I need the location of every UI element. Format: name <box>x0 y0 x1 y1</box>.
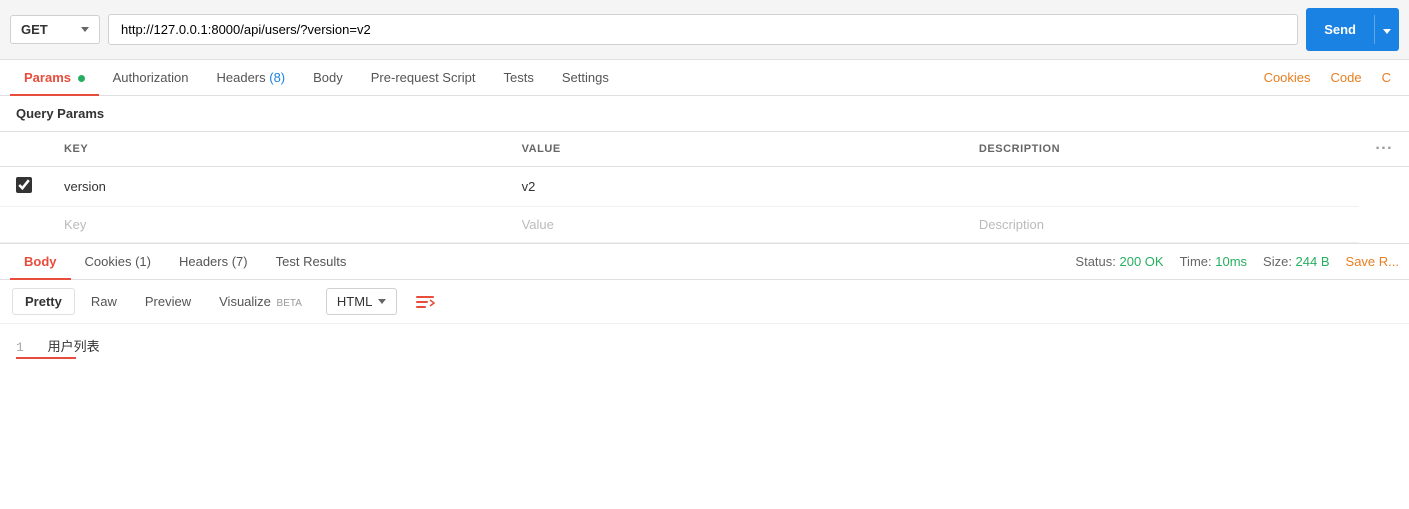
format-tab-raw[interactable]: Raw <box>79 289 129 314</box>
row-desc-cell <box>963 167 1359 207</box>
status-value: 200 OK <box>1120 254 1164 269</box>
response-tab-body[interactable]: Body <box>10 244 71 279</box>
row-value-value: v2 <box>522 179 536 194</box>
row-checkbox-cell <box>0 167 48 207</box>
response-tab-headers[interactable]: Headers (7) <box>165 244 262 279</box>
format-chevron-icon <box>378 299 386 304</box>
size-label: Size: 244 B <box>1263 254 1330 269</box>
headers-badge: (8) <box>269 70 285 85</box>
placeholder-desc-text: Description <box>979 217 1044 232</box>
request-tabs: Params Authorization Headers (8) Body Pr… <box>0 60 1409 96</box>
url-input[interactable] <box>108 14 1298 45</box>
wrap-button[interactable] <box>407 290 443 314</box>
row-checkbox[interactable] <box>16 177 32 193</box>
wrap-icon <box>415 294 435 310</box>
th-value: VALUE <box>506 132 963 167</box>
row-key-cell: version <box>48 167 506 207</box>
placeholder-row: Key Value Description <box>0 207 1409 243</box>
method-selector[interactable]: GET <box>10 15 100 44</box>
response-tab-cookies[interactable]: Cookies (1) <box>71 244 165 279</box>
placeholder-value-text: Value <box>522 217 554 232</box>
format-tab-preview[interactable]: Preview <box>133 289 203 314</box>
code-link[interactable]: Code <box>1323 60 1370 95</box>
method-chevron-icon <box>81 27 89 32</box>
response-tab-test-results[interactable]: Test Results <box>262 244 361 279</box>
send-dropdown-icon[interactable] <box>1374 15 1399 44</box>
tab-body[interactable]: Body <box>299 60 357 95</box>
placeholder-checkbox-cell <box>0 207 48 243</box>
th-checkbox <box>0 132 48 167</box>
cookies-link[interactable]: Cookies <box>1256 60 1319 95</box>
format-tab-visualize[interactable]: Visualize BETA <box>207 289 314 314</box>
response-tabs: Body Cookies (1) Headers (7) Test Result… <box>0 244 1409 280</box>
line-number: 1 <box>16 340 24 355</box>
tab-tests[interactable]: Tests <box>490 60 548 95</box>
tab-authorization[interactable]: Authorization <box>99 60 203 95</box>
format-type-label: HTML <box>337 294 372 309</box>
tab-params[interactable]: Params <box>10 60 99 95</box>
format-tab-pretty[interactable]: Pretty <box>12 288 75 315</box>
more-actions-icon[interactable]: ··· <box>1375 140 1393 157</box>
status-label: Status: 200 OK <box>1075 254 1163 269</box>
method-label: GET <box>21 22 48 37</box>
tab-headers[interactable]: Headers (8) <box>202 60 299 95</box>
send-button[interactable]: Send <box>1306 8 1399 51</box>
send-label: Send <box>1306 15 1374 44</box>
time-value: 10ms <box>1215 254 1247 269</box>
placeholder-key-text: Key <box>64 217 86 232</box>
params-dot-icon <box>78 75 85 82</box>
code-area: 1 用户列表 <box>0 324 1409 371</box>
top-bar: GET Send <box>0 0 1409 60</box>
time-label: Time: 10ms <box>1180 254 1247 269</box>
save-response-link[interactable]: Save R... <box>1346 254 1399 269</box>
table-row: version v2 <box>0 167 1409 207</box>
beta-badge: BETA <box>277 298 302 309</box>
placeholder-value-cell[interactable]: Value <box>506 207 963 243</box>
row-key-value: version <box>64 179 106 194</box>
size-value: 244 B <box>1296 254 1330 269</box>
th-actions: ··· <box>1359 132 1409 167</box>
response-meta: Status: 200 OK Time: 10ms Size: 244 B Sa… <box>1075 254 1399 269</box>
more-link[interactable]: C <box>1374 60 1399 95</box>
code-line-1: 用户列表 <box>48 340 100 355</box>
placeholder-desc-cell[interactable]: Description <box>963 207 1359 243</box>
tab-prerequest[interactable]: Pre-request Script <box>357 60 490 95</box>
placeholder-key-cell[interactable]: Key <box>48 207 506 243</box>
th-description: DESCRIPTION <box>963 132 1359 167</box>
red-underline-decoration <box>16 357 76 359</box>
params-table: KEY VALUE DESCRIPTION ··· version v2 <box>0 131 1409 243</box>
query-params-header: Query Params <box>0 96 1409 131</box>
row-value-cell: v2 <box>506 167 963 207</box>
tab-right-links: Cookies Code C <box>1256 60 1399 95</box>
th-key: KEY <box>48 132 506 167</box>
format-type-selector[interactable]: HTML <box>326 288 397 315</box>
tab-settings[interactable]: Settings <box>548 60 623 95</box>
format-bar: Pretty Raw Preview Visualize BETA HTML <box>0 280 1409 324</box>
